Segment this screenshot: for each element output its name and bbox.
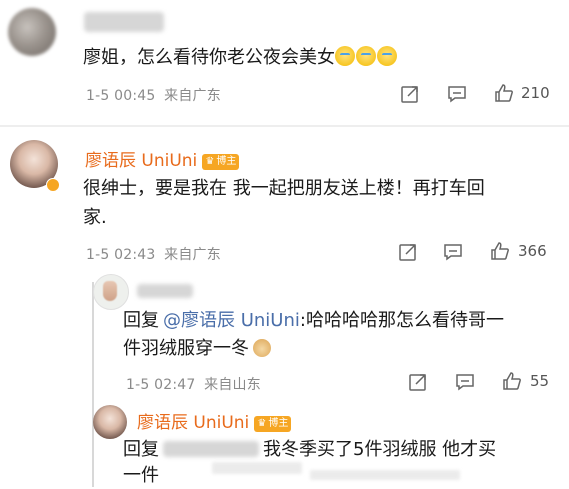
username[interactable]: 廖语辰 UniUni: [137, 413, 249, 433]
comment-text-line1: 很绅士，要是我在 我一起把朋友送上楼！再打车回: [83, 178, 485, 199]
like-count: 210: [521, 84, 550, 102]
reply-body-cont: 件羽绒服穿一冬: [123, 338, 249, 359]
like-count: 55: [530, 372, 550, 390]
location: 来自广东: [164, 247, 221, 263]
like-icon[interactable]: [494, 83, 514, 103]
reply-text-line1: 回复 我冬季买了5件羽绒服 他才买: [123, 436, 496, 463]
reply-text-line2: 件羽绒服穿一冬: [123, 335, 271, 362]
watermark: [310, 470, 460, 480]
divider: [0, 125, 569, 127]
thread-line: [92, 282, 94, 487]
share-icon[interactable]: [400, 84, 420, 104]
comment-meta: 1-5 02:43 来自广东: [86, 244, 221, 264]
badge-label: 博主: [216, 155, 237, 167]
peace-hand-icon: [103, 281, 117, 301]
username-blurred[interactable]: [84, 12, 164, 32]
share-icon[interactable]: [398, 242, 418, 262]
timestamp: 1-5 02:47: [126, 377, 196, 393]
avatar[interactable]: [93, 274, 129, 310]
badge-label: 博主: [268, 417, 289, 429]
reply-prefix: 回复: [123, 439, 159, 460]
cold-sweat-emoji-icon: [335, 46, 355, 66]
like-icon[interactable]: [490, 241, 510, 261]
username-blurred[interactable]: [137, 284, 193, 298]
comment-icon[interactable]: [443, 242, 463, 262]
reply-body: 我冬季买了5件羽绒服 他才买: [263, 439, 497, 460]
location: 来自山东: [204, 377, 261, 393]
mention-blurred[interactable]: [163, 441, 259, 457]
watermark: [212, 462, 302, 474]
username[interactable]: 廖语辰 UniUni: [85, 151, 197, 171]
avatar[interactable]: [93, 405, 127, 439]
comment-text: 廖姐，怎么看待你老公夜会美女: [83, 44, 398, 71]
share-icon[interactable]: [408, 372, 428, 392]
like-icon[interactable]: [502, 371, 522, 391]
crown-icon: ♛: [205, 155, 215, 167]
location: 来自广东: [164, 88, 221, 104]
comment-meta: 1-5 00:45 来自广东: [86, 85, 221, 105]
reply-text-line1: 回复 @廖语辰 UniUni:哈哈哈哈那怎么看待哥一: [123, 307, 504, 334]
like-count: 366: [518, 242, 547, 260]
username-row: 廖语辰 UniUni ♛ 博主: [137, 408, 292, 433]
reply-prefix: 回复: [123, 310, 159, 331]
cold-sweat-emoji-icon: [377, 46, 397, 66]
blogger-badge: ♛ 博主: [254, 415, 292, 432]
comment-body: 廖姐，怎么看待你老公夜会美女: [83, 47, 335, 68]
avatar[interactable]: [8, 8, 56, 56]
verified-icon: [46, 178, 60, 192]
timestamp: 1-5 02:43: [86, 247, 156, 263]
cold-sweat-emoji-icon: [356, 46, 376, 66]
comment-text-line2: 家.: [83, 207, 107, 228]
reply-body: :哈哈哈哈那怎么看待哥一: [299, 310, 504, 331]
comment-icon[interactable]: [447, 84, 467, 104]
reply-meta: 1-5 02:47 来自山东: [126, 374, 261, 394]
username-row: 廖语辰 UniUni ♛ 博主: [85, 146, 240, 171]
crown-icon: ♛: [257, 417, 267, 429]
reply-text-line2: 一件: [123, 465, 159, 486]
timestamp: 1-5 00:45: [86, 88, 156, 104]
doge-emoji-icon: [253, 339, 271, 357]
mention-link[interactable]: @廖语辰 UniUni: [163, 310, 300, 331]
blogger-badge: ♛ 博主: [202, 153, 240, 170]
comment-icon[interactable]: [455, 372, 475, 392]
